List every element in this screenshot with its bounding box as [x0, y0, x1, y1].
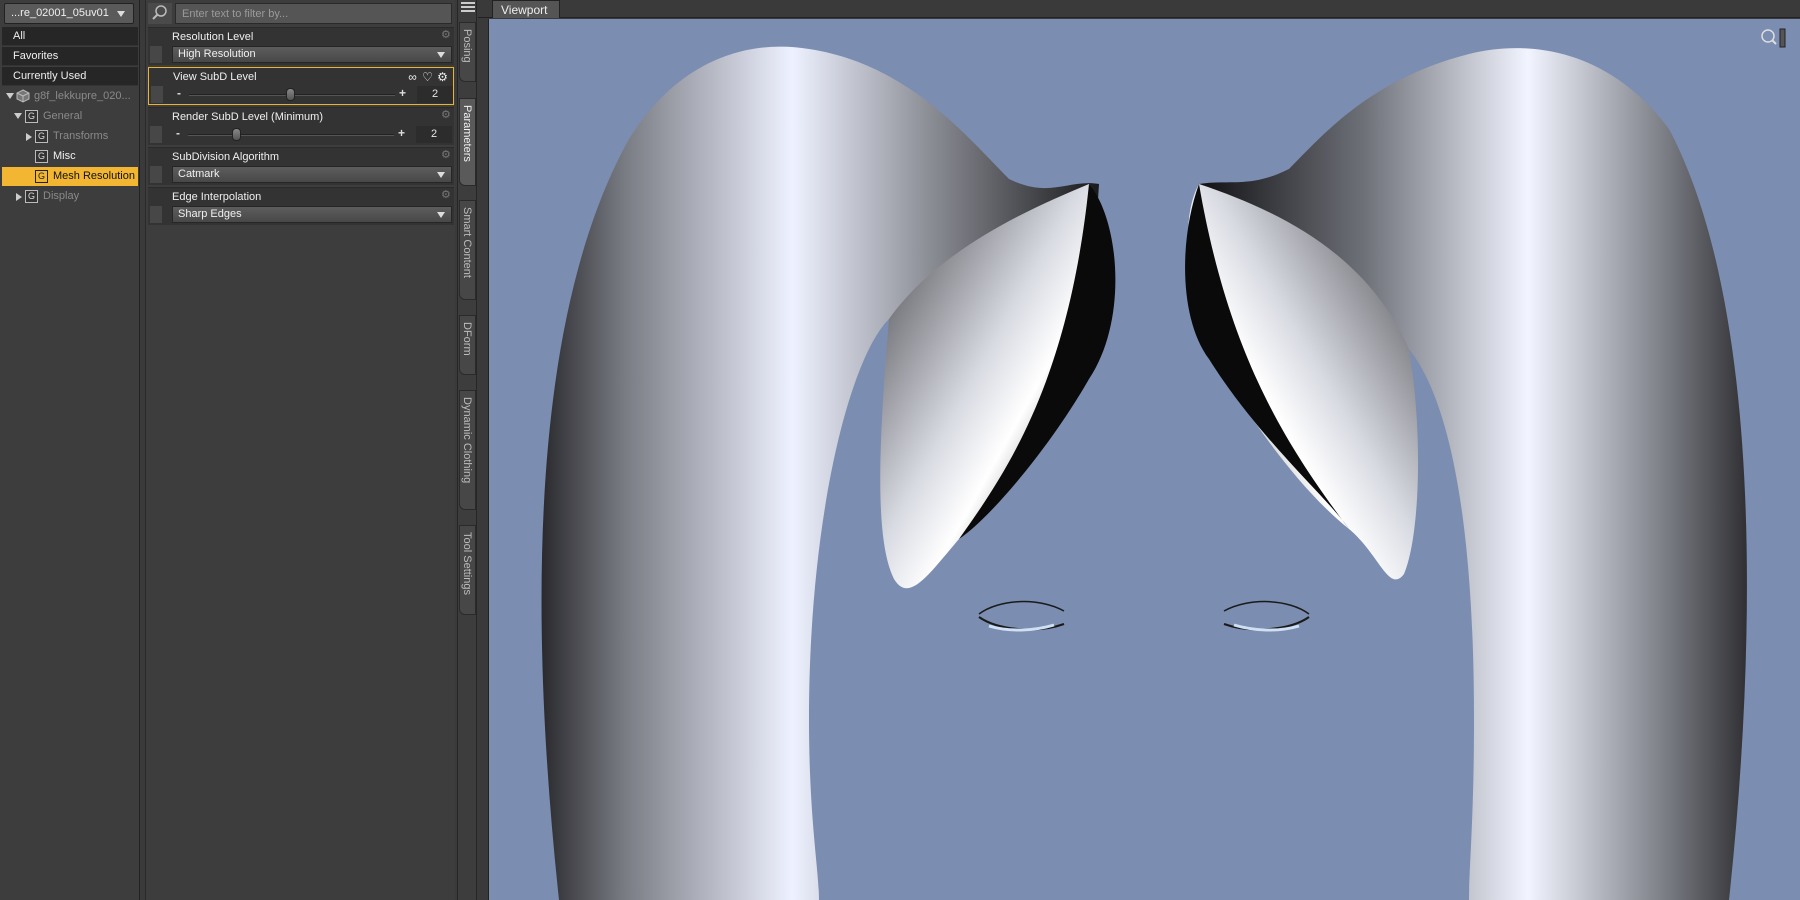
tab-label: Smart Content	[461, 207, 473, 278]
search-icon[interactable]	[148, 3, 172, 24]
param-handle	[150, 206, 162, 223]
tree-item-mesh-resolution[interactable]: G Mesh Resolution	[2, 167, 138, 186]
param-label: Resolution Level	[172, 31, 254, 43]
tree-item-label: Misc	[53, 150, 76, 162]
viewport-tab[interactable]: Viewport	[492, 0, 560, 18]
figure-node-icon	[16, 89, 30, 103]
category-favorites[interactable]: Favorites	[2, 47, 138, 66]
gear-icon[interactable]: ⚙	[441, 110, 452, 121]
expand-icon[interactable]	[6, 93, 14, 99]
tree-item-label: Transforms	[53, 130, 109, 142]
param-handle	[150, 126, 162, 143]
param-handle	[150, 46, 162, 63]
slider-handle[interactable]	[286, 88, 295, 101]
filter-bar	[148, 3, 454, 24]
tree-item-misc[interactable]: G Misc	[2, 147, 138, 166]
tree-item-figure[interactable]: g8f_lekkupre_020...	[2, 87, 138, 106]
tree-item-general[interactable]: G General	[2, 107, 138, 126]
tree-item-transforms[interactable]: G Transforms	[2, 127, 138, 146]
dropdown-value: Sharp Edges	[178, 208, 242, 220]
param-handle	[151, 86, 163, 103]
edge-interpolation-dropdown[interactable]: Sharp Edges	[172, 206, 452, 223]
viewport-render	[489, 19, 1800, 900]
view-subd-slider[interactable]: - + 2	[173, 86, 453, 103]
tree-item-label: Mesh Resolution	[53, 170, 135, 182]
side-tab-strip: Posing Parameters Smart Content DForm Dy…	[457, 0, 477, 900]
collapse-icon[interactable]	[16, 193, 22, 201]
param-label: SubDivision Algorithm	[172, 151, 279, 163]
gear-icon[interactable]: ⚙	[441, 190, 452, 201]
filter-input[interactable]	[175, 3, 452, 24]
group-icon: G	[35, 170, 48, 183]
tab-posing[interactable]: Posing	[459, 22, 476, 82]
param-subdivision-algorithm: SubDivision Algorithm ⚙ Catmark	[148, 147, 454, 185]
expand-icon[interactable]	[14, 113, 22, 119]
subdivision-algorithm-dropdown[interactable]: Catmark	[172, 166, 452, 183]
chevron-down-icon	[437, 52, 445, 58]
tab-tool-settings[interactable]: Tool Settings	[459, 525, 476, 615]
increment-button[interactable]: +	[398, 126, 405, 140]
slider-handle[interactable]	[232, 128, 241, 141]
param-label: View SubD Level	[173, 71, 257, 83]
param-handle	[150, 166, 162, 183]
node-selector-dropdown[interactable]: ...re_02001_05uv01	[4, 3, 134, 24]
group-icon: G	[35, 150, 48, 163]
zoom-icon[interactable]	[1758, 27, 1786, 49]
tree-item-label: Display	[43, 190, 80, 202]
category-all[interactable]: All	[2, 27, 138, 46]
param-render-subd-level: Render SubD Level (Minimum) ⚙ - + 2	[148, 107, 454, 145]
tab-label: Parameters	[461, 105, 473, 162]
resolution-level-dropdown[interactable]: High Resolution	[172, 46, 452, 63]
tab-dform[interactable]: DForm	[459, 315, 476, 375]
viewport-header: Viewport	[478, 0, 1800, 18]
render-subd-value[interactable]: 2	[416, 126, 452, 143]
increment-button[interactable]: +	[399, 86, 406, 100]
param-resolution-level: Resolution Level ⚙ High Resolution	[148, 27, 454, 65]
heart-icon[interactable]: ♡	[421, 71, 434, 84]
viewport-3d[interactable]	[488, 19, 1800, 900]
gear-icon[interactable]: ⚙	[441, 30, 452, 41]
param-label: Render SubD Level (Minimum)	[172, 111, 323, 123]
scene-tree-panel: ...re_02001_05uv01 All Favorites Current…	[0, 0, 140, 900]
chevron-down-icon	[437, 172, 445, 178]
view-subd-value[interactable]: 2	[417, 86, 453, 103]
tree-item-label: g8f_lekkupre_020...	[34, 90, 131, 102]
chevron-down-icon	[437, 212, 445, 218]
param-edge-interpolation: Edge Interpolation ⚙ Sharp Edges	[148, 187, 454, 225]
tab-label: Posing	[461, 29, 473, 63]
param-view-subd-level: View SubD Level ∞ ♡ ⚙ - + 2	[148, 67, 454, 105]
tree-item-label: General	[43, 110, 83, 122]
render-subd-slider[interactable]: - + 2	[172, 126, 452, 143]
tab-smart-content[interactable]: Smart Content	[459, 200, 476, 300]
dropdown-value: High Resolution	[178, 48, 256, 60]
dropdown-value: Catmark	[178, 168, 220, 180]
group-icon: G	[25, 110, 38, 123]
tree-item-display[interactable]: G Display	[2, 187, 138, 206]
link-icon[interactable]: ∞	[406, 71, 419, 84]
tab-label: DForm	[461, 322, 473, 356]
camera-controls[interactable]	[1758, 27, 1786, 49]
tab-parameters[interactable]: Parameters	[459, 98, 476, 186]
node-selector-value: ...re_02001_05uv01	[11, 7, 109, 19]
decrement-button[interactable]: -	[176, 126, 180, 140]
gear-icon[interactable]: ⚙	[436, 71, 449, 84]
chevron-down-icon	[117, 11, 125, 17]
tab-label: Dynamic Clothing	[461, 397, 473, 484]
parameters-panel: Resolution Level ⚙ High Resolution View …	[145, 0, 455, 900]
tab-dynamic-clothing[interactable]: Dynamic Clothing	[459, 390, 476, 510]
collapse-icon[interactable]	[26, 133, 32, 141]
decrement-button[interactable]: -	[177, 86, 181, 100]
param-icons: ∞ ♡ ⚙	[404, 70, 449, 84]
slider-track[interactable]	[188, 134, 394, 136]
tab-label: Tool Settings	[461, 532, 473, 595]
gear-icon[interactable]: ⚙	[441, 150, 452, 161]
group-icon: G	[35, 130, 48, 143]
menu-icon[interactable]	[461, 2, 475, 14]
category-currently-used[interactable]: Currently Used	[2, 67, 138, 86]
group-icon: G	[25, 190, 38, 203]
param-label: Edge Interpolation	[172, 191, 262, 203]
